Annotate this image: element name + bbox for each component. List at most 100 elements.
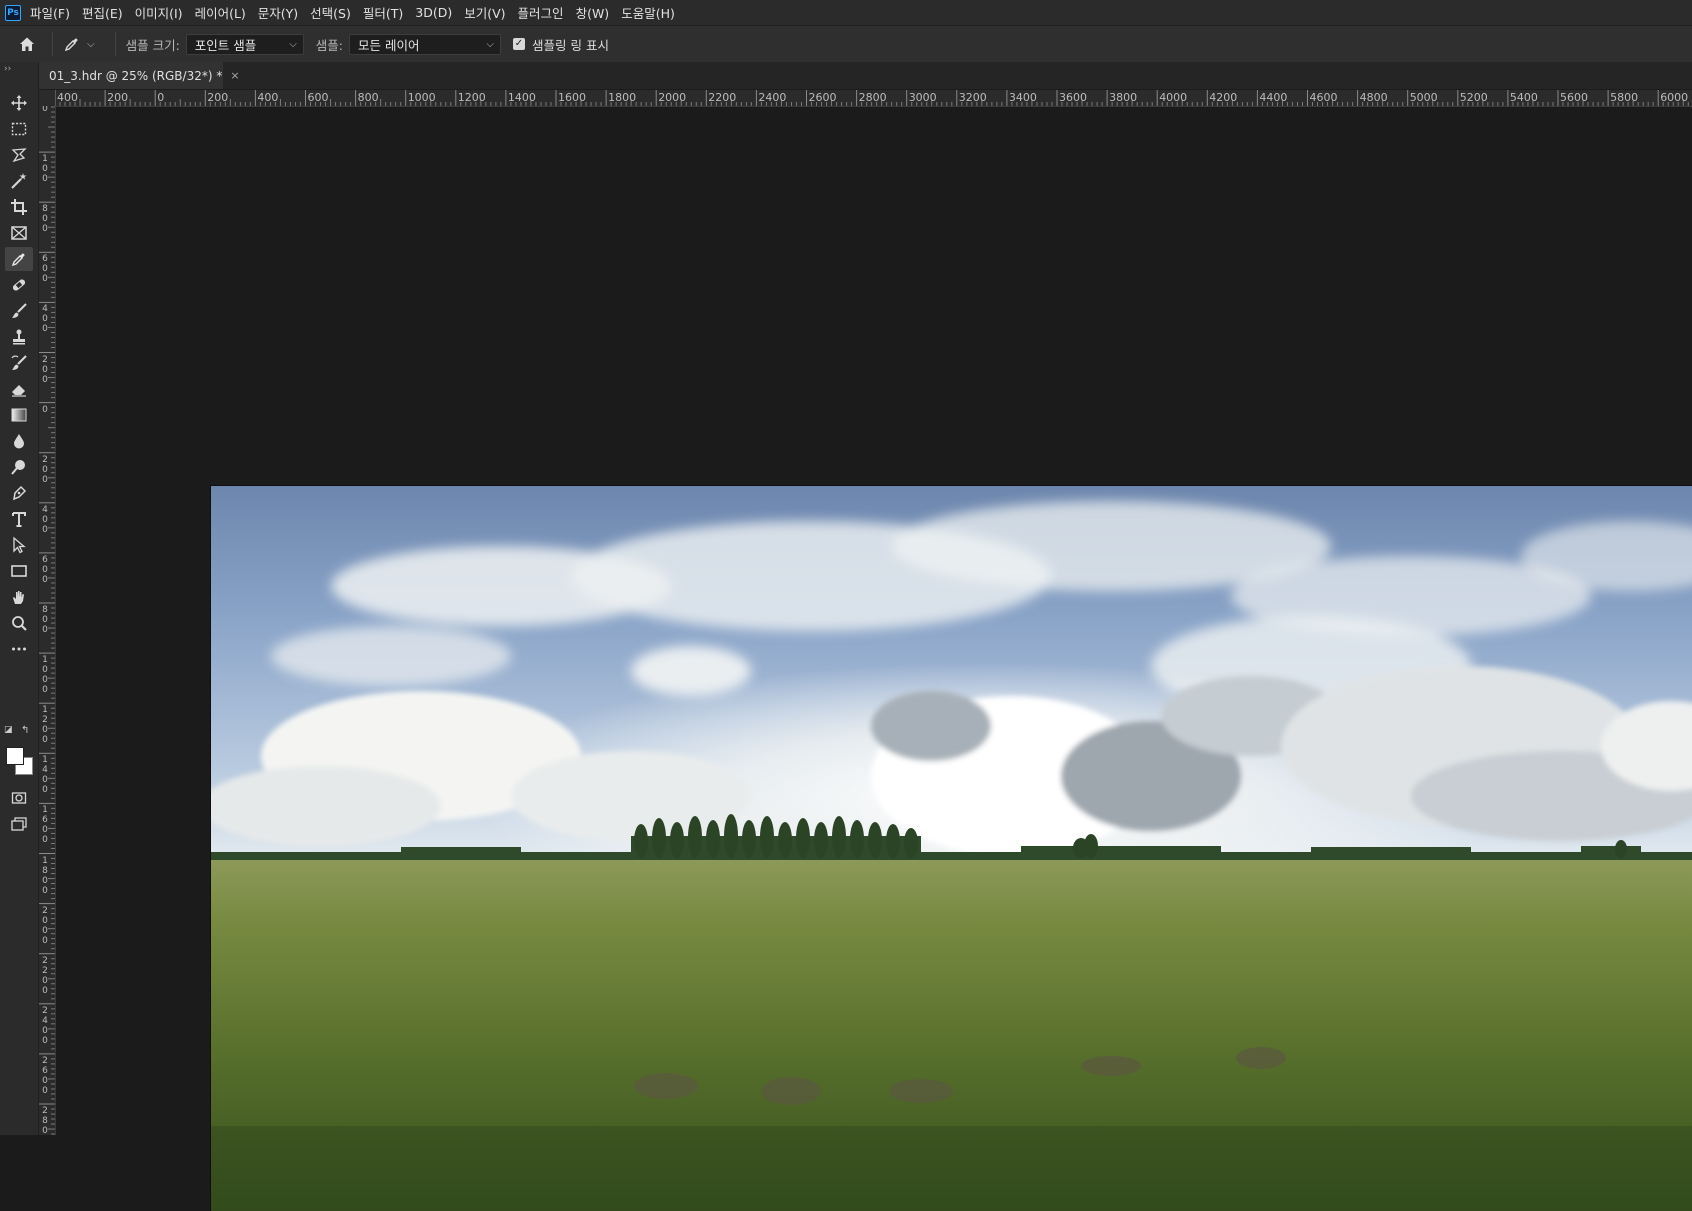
magic-wand-tool[interactable] (5, 169, 33, 193)
pen-tool[interactable] (5, 481, 33, 505)
default-colors-icon[interactable]: ◪ (4, 725, 13, 735)
path-selection-tool[interactable] (5, 533, 33, 557)
ruler-label: 0 (42, 985, 48, 996)
screen-mode-button[interactable] (5, 812, 33, 836)
ruler-label: 0 (42, 174, 48, 185)
stamp-icon (13, 329, 25, 345)
ruler-label: 0 (42, 1025, 48, 1036)
hdr-panorama-image[interactable] (211, 486, 1692, 1211)
ruler-label: 0 (42, 324, 48, 335)
dodge-tool[interactable] (5, 455, 33, 479)
ruler-label: 0 (42, 404, 48, 415)
menu-help[interactable]: 도움말(H) (621, 3, 675, 22)
sample-size-select[interactable]: 포인트 샘플 ⌵ (185, 33, 304, 55)
drop-icon (14, 434, 24, 449)
ruler-label: 0 (42, 164, 48, 175)
ruler-label: 0 (42, 725, 48, 736)
menu-image[interactable]: 이미지(I) (135, 3, 183, 22)
swap-colors-icon[interactable]: ↰ (21, 725, 29, 736)
show-sampling-ring-checkbox[interactable]: ✓ (513, 38, 525, 50)
quick-mask-button[interactable] (5, 786, 33, 810)
ruler-label: 3800 (1109, 91, 1138, 104)
menu-type[interactable]: 문자(Y) (258, 3, 298, 22)
ruler-label: 8 (42, 1116, 48, 1126)
healing-brush-tool[interactable] (5, 273, 33, 297)
tool-preset-picker[interactable]: ⌵ (63, 35, 95, 53)
ruler-label: 0 (42, 514, 48, 525)
menu-filter[interactable]: 필터(T) (363, 3, 403, 22)
eyedropper-tool[interactable] (5, 247, 33, 271)
move-icon (11, 95, 27, 111)
chevron-down-icon: ⌵ (289, 38, 297, 50)
collapse-panel-icon[interactable]: ›› (4, 64, 11, 74)
history-brush-icon (11, 355, 27, 370)
menu-edit[interactable]: 편집(E) (82, 3, 123, 22)
blur-tool[interactable] (5, 429, 33, 453)
clone-stamp-tool[interactable] (5, 325, 33, 349)
crop-tool[interactable] (5, 195, 33, 219)
frame-tool[interactable] (5, 221, 33, 245)
menu-file[interactable]: 파일(F) (30, 3, 70, 22)
ruler-label: 0 (42, 314, 48, 325)
sample-select[interactable]: 모든 레이어 ⌵ (349, 33, 501, 55)
crop-icon (11, 199, 27, 215)
ruler-origin[interactable] (39, 90, 55, 106)
ruler-label: 4 (42, 1015, 48, 1026)
checkmark-icon: ✓ (514, 38, 524, 49)
hand-tool[interactable] (5, 585, 33, 609)
frame-icon (11, 226, 27, 240)
menu-plugins[interactable]: 플러그인 (518, 3, 564, 22)
marquee-icon (11, 122, 27, 136)
brush-tool[interactable] (5, 299, 33, 323)
options-separator (114, 32, 116, 56)
gradient-tool[interactable] (5, 403, 33, 427)
history-brush-tool[interactable] (5, 351, 33, 375)
sample-value: 모든 레이어 (358, 37, 420, 53)
zoom-tool[interactable] (5, 611, 33, 635)
document-tab-bar: 01_3.hdr @ 25% (RGB/32*) * × (39, 62, 1692, 90)
ruler-label: 1 (42, 655, 48, 666)
ruler-label: 8 (42, 204, 48, 215)
type-icon (12, 512, 26, 527)
foreground-color-swatch[interactable] (6, 747, 24, 765)
ruler-label: 4200 (1209, 91, 1238, 104)
close-icon[interactable]: × (230, 69, 239, 82)
ruler-label: 2400 (758, 91, 787, 104)
eraser-tool[interactable] (5, 377, 33, 401)
ruler-label: 0 (42, 574, 48, 585)
lasso-icon (11, 148, 27, 163)
vertical-ruler[interactable]: 0100800600400200020040060080010001200140… (39, 106, 56, 1135)
menu-3d[interactable]: 3D(D) (415, 5, 452, 20)
move-tool[interactable] (5, 91, 33, 115)
edit-toolbar-button[interactable] (5, 637, 33, 661)
type-tool[interactable] (5, 507, 33, 531)
show-sampling-ring-label: 샘플링 링 표시 (532, 37, 609, 53)
lasso-tool[interactable] (5, 143, 33, 167)
horizontal-ruler[interactable]: 400 200 0 200 400 600 800 1000 1200 1400 1600 1800 2… (55, 90, 1692, 107)
ruler-label: 0 (42, 1085, 48, 1096)
ruler-label: 0 (42, 665, 48, 676)
sample-label: 샘플: (315, 37, 343, 53)
menu-layer[interactable]: 레이어(L) (195, 3, 246, 22)
sample-size-value: 포인트 샘플 (194, 37, 257, 53)
ruler-label: 4 (42, 504, 48, 515)
document-canvas[interactable] (56, 107, 1692, 1211)
home-button[interactable] (12, 29, 42, 59)
ruler-label: 4400 (1259, 91, 1288, 104)
ruler-label: 0 (42, 274, 48, 285)
document-tab[interactable]: 01_3.hdr @ 25% (RGB/32*) * × (39, 62, 240, 89)
ruler-label: 2600 (808, 91, 837, 104)
menu-bar: Ps 파일(F) 편집(E) 이미지(I) 레이어(L) 문자(Y) 선택(S)… (0, 0, 1692, 26)
rectangle-tool[interactable] (5, 559, 33, 583)
ruler-label: 4800 (1359, 91, 1388, 104)
marquee-tool[interactable] (5, 117, 33, 141)
menu-view[interactable]: 보기(V) (464, 3, 505, 22)
menu-select[interactable]: 선택(S) (310, 3, 351, 22)
menu-window[interactable]: 창(W) (576, 3, 610, 22)
ruler-label: 2000 (658, 91, 687, 104)
ruler-label: 0 (42, 214, 48, 225)
ruler-label: 6 (42, 254, 48, 265)
home-icon (20, 37, 34, 51)
ruler-label: 1 (42, 855, 48, 866)
ruler-label: 400 (257, 91, 279, 104)
